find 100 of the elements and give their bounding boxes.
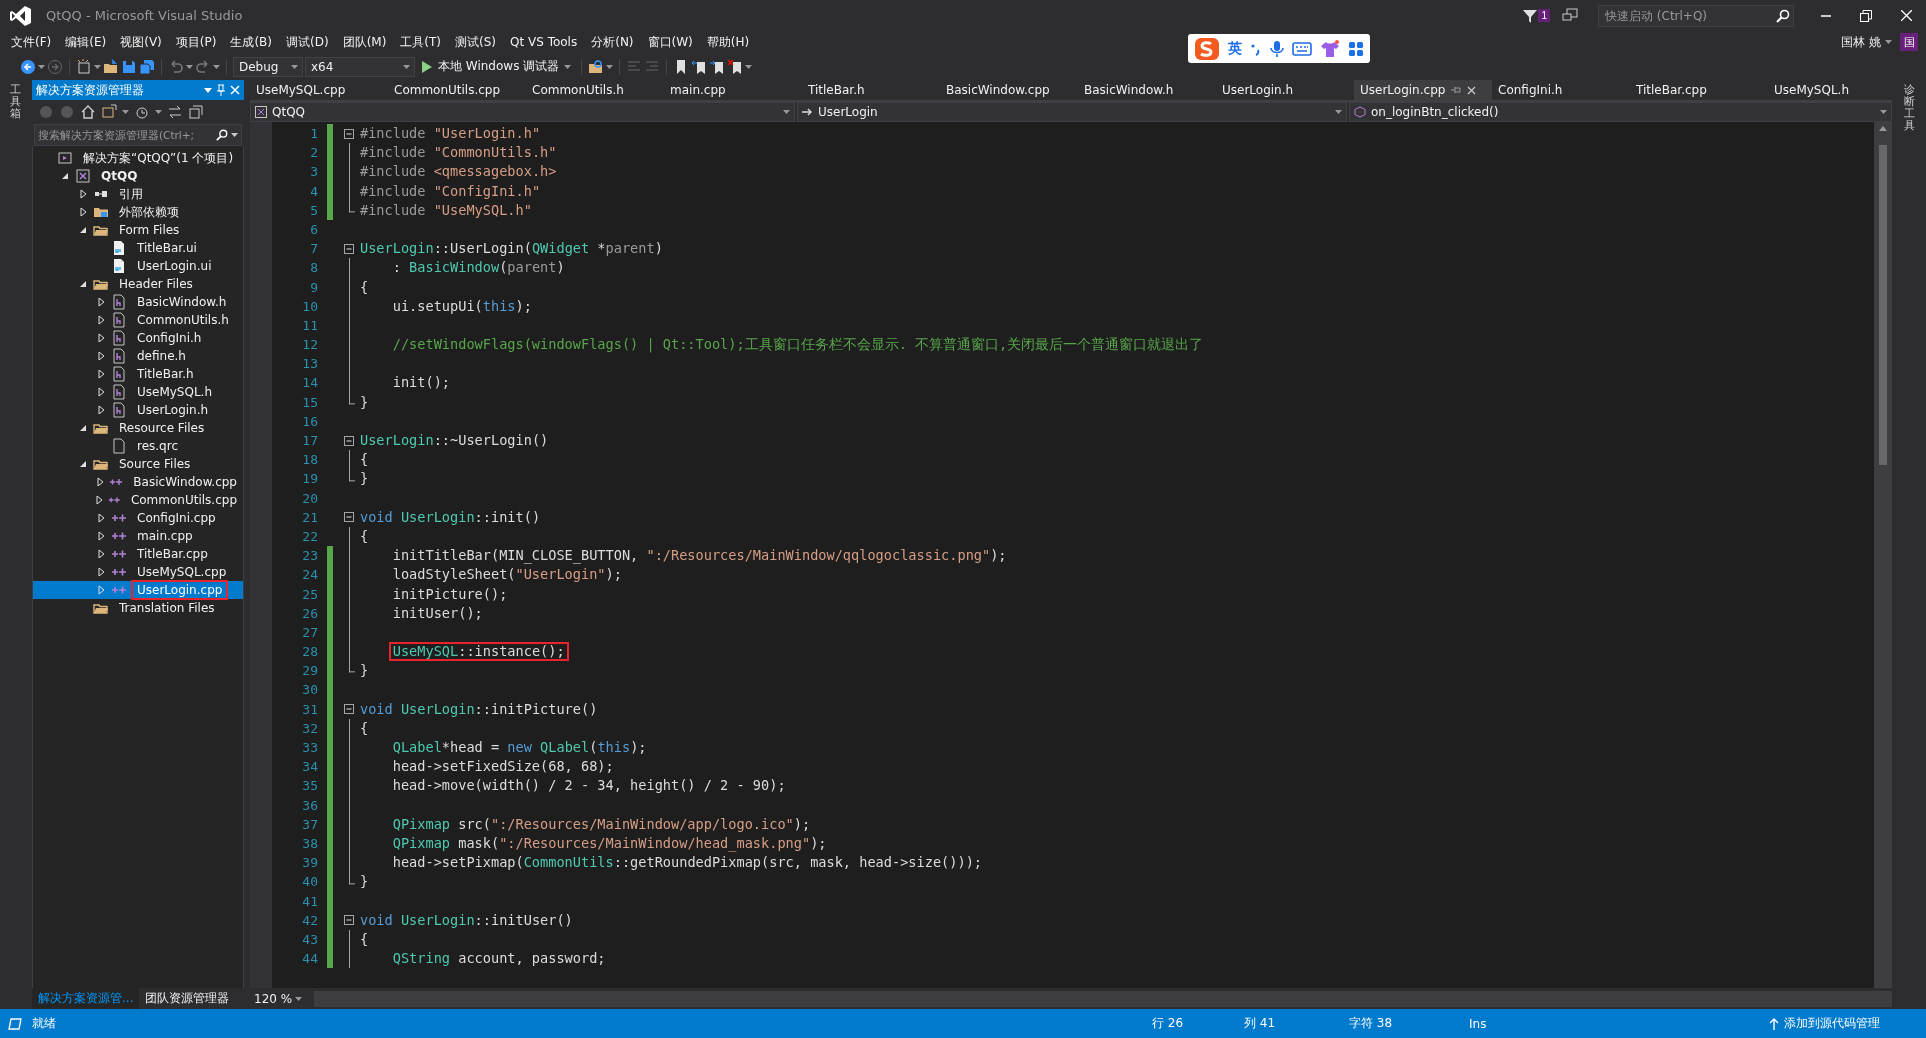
tree-item[interactable]: TitleBar.cpp xyxy=(33,545,243,563)
editor-tab[interactable]: TitleBar.cpp xyxy=(1630,80,1768,100)
tree-item[interactable]: BasicWindow.cpp xyxy=(33,473,243,491)
expand-arrow-icon[interactable] xyxy=(97,513,105,523)
menu-item[interactable]: 项目(P) xyxy=(168,32,224,52)
collapse-arrow-icon[interactable] xyxy=(61,172,69,180)
collapse-arrow-icon[interactable] xyxy=(79,226,87,234)
tree-item[interactable]: Form Files xyxy=(33,221,243,239)
expand-arrow-icon[interactable] xyxy=(79,189,87,199)
open-folder-icon[interactable] xyxy=(103,58,119,75)
expand-arrow-icon[interactable] xyxy=(97,315,105,325)
ime-logo-icon[interactable] xyxy=(1194,36,1220,61)
next-bookmark-icon[interactable] xyxy=(709,58,726,75)
fold-toggle-icon[interactable] xyxy=(344,915,354,926)
tree-item[interactable]: CommonUtils.h xyxy=(33,311,243,329)
tree-item[interactable]: Header Files xyxy=(33,275,243,293)
tree-item[interactable]: UseMySQL.cpp xyxy=(33,563,243,581)
editor-tab[interactable]: UseMySQL.cpp xyxy=(250,80,388,100)
menu-item[interactable]: 分析(N) xyxy=(584,32,641,52)
menu-item[interactable]: 工具(T) xyxy=(393,32,449,52)
collapse-arrow-icon[interactable] xyxy=(79,460,87,468)
quick-launch-field[interactable]: 快速启动 (Ctrl+Q) xyxy=(1598,4,1794,27)
vertical-scrollbar[interactable] xyxy=(1874,122,1892,988)
user-avatar[interactable]: 国 xyxy=(1900,33,1918,51)
fold-toggle-icon[interactable] xyxy=(344,512,354,523)
editor-tab[interactable]: UserLogin.cpp xyxy=(1354,80,1492,100)
expand-arrow-icon[interactable] xyxy=(79,207,87,217)
class-dropdown[interactable]: UserLogin xyxy=(797,102,1347,122)
tree-item[interactable]: main.cpp xyxy=(33,527,243,545)
toolbox-tab[interactable]: 工具箱 xyxy=(9,84,21,121)
collapse-arrow-icon[interactable] xyxy=(79,424,87,432)
microphone-icon[interactable] xyxy=(1270,39,1284,58)
tree-item[interactable]: UserLogin.h xyxy=(33,401,243,419)
previous-bookmark-icon[interactable] xyxy=(691,58,708,75)
menu-item[interactable]: 生成(B) xyxy=(223,32,279,52)
tree-item[interactable]: TitleBar.h xyxy=(33,365,243,383)
fold-toggle-icon[interactable] xyxy=(344,704,354,715)
collapse-arrow-icon[interactable] xyxy=(79,280,87,288)
output-window-icon[interactable] xyxy=(8,1017,22,1030)
menu-item[interactable]: Qt VS Tools xyxy=(503,32,585,52)
undo-icon[interactable] xyxy=(168,58,184,75)
editor-tab[interactable]: CommonUtils.h xyxy=(526,80,664,100)
platform-dropdown[interactable]: x64 xyxy=(305,56,415,77)
save-all-icon[interactable] xyxy=(139,58,155,75)
project-dropdown[interactable]: QtQQ xyxy=(250,102,795,122)
clock-icon[interactable] xyxy=(134,104,150,120)
collapse-all-icon[interactable] xyxy=(188,104,204,120)
expand-arrow-icon[interactable] xyxy=(97,387,105,397)
member-dropdown[interactable]: on_loginBtn_clicked() xyxy=(1349,102,1892,122)
tree-item[interactable]: Resource Files xyxy=(33,419,243,437)
editor-tab[interactable]: TitleBar.h xyxy=(802,80,940,100)
tree-item[interactable]: define.h xyxy=(33,347,243,365)
expand-arrow-icon[interactable] xyxy=(97,351,105,361)
fold-toggle-icon[interactable] xyxy=(344,243,354,254)
expand-arrow-icon[interactable] xyxy=(96,477,104,487)
expand-arrow-icon[interactable] xyxy=(97,297,105,307)
tree-item[interactable]: ConfigIni.cpp xyxy=(33,509,243,527)
switch-views-icon[interactable] xyxy=(101,104,117,120)
tree-item[interactable]: res.qrc xyxy=(33,437,243,455)
grid-icon[interactable] xyxy=(1348,40,1364,57)
fold-toggle-icon[interactable] xyxy=(344,435,354,446)
tree-item[interactable]: UserLogin.cpp xyxy=(33,581,243,599)
tree-item[interactable]: ConfigIni.h xyxy=(33,329,243,347)
start-debugging-button[interactable]: 本地 Windows 调试器 xyxy=(417,55,576,78)
menu-item[interactable]: 窗口(W) xyxy=(640,32,700,52)
expand-arrow-icon[interactable] xyxy=(97,567,105,577)
search-field[interactable]: 搜索解决方案资源管理器(Ctrl+; xyxy=(34,124,242,146)
menu-item[interactable]: 视图(V) xyxy=(113,32,169,52)
tree-item[interactable]: 外部依赖项 xyxy=(33,203,243,221)
editor-tab[interactable]: main.cpp xyxy=(664,80,802,100)
tree-item[interactable]: 解决方案“QtQQ”(1 个项目) xyxy=(33,149,243,167)
editor-tab[interactable]: CommonUtils.cpp xyxy=(388,80,526,100)
clear-bookmarks-icon[interactable] xyxy=(727,58,744,75)
tree-item[interactable]: UserLogin.ui xyxy=(33,257,243,275)
menu-item[interactable]: 团队(M) xyxy=(335,32,394,52)
scrollbar-thumb[interactable] xyxy=(1879,145,1887,465)
source-control-button[interactable]: 添加到源代码管理 xyxy=(1763,1014,1886,1033)
panel-tab[interactable]: 解决方案资源管... xyxy=(32,988,140,1009)
tree-item[interactable]: CommonUtils.cpp xyxy=(33,491,243,509)
tree-item[interactable]: TitleBar.ui xyxy=(33,239,243,257)
expand-arrow-icon[interactable] xyxy=(97,333,105,343)
back-icon[interactable] xyxy=(20,58,36,75)
menu-item[interactable]: 编辑(E) xyxy=(58,32,114,52)
editor-tab[interactable]: BasicWindow.cpp xyxy=(940,80,1078,100)
expand-arrow-icon[interactable] xyxy=(97,405,105,415)
keyboard-icon[interactable] xyxy=(1292,41,1312,56)
tree-item[interactable]: BasicWindow.h xyxy=(33,293,243,311)
menu-item[interactable]: 调试(D) xyxy=(279,32,336,52)
find-in-files-icon[interactable] xyxy=(588,58,605,75)
user-name[interactable]: 国林 姚 xyxy=(1841,33,1881,51)
configuration-dropdown[interactable]: Debug xyxy=(233,56,303,77)
shirt-icon[interactable] xyxy=(1320,39,1340,58)
expand-arrow-icon[interactable] xyxy=(97,369,105,379)
close-icon[interactable] xyxy=(1467,85,1477,95)
tree-item[interactable]: UseMySQL.h xyxy=(33,383,243,401)
editor-tab[interactable]: ConfigIni.h xyxy=(1492,80,1630,100)
dropdown-caret-icon[interactable] xyxy=(204,87,212,93)
redo-icon[interactable] xyxy=(195,58,211,75)
diagnostics-tab[interactable]: 诊断工具 xyxy=(1903,84,1915,133)
fold-toggle-icon[interactable] xyxy=(344,128,354,139)
